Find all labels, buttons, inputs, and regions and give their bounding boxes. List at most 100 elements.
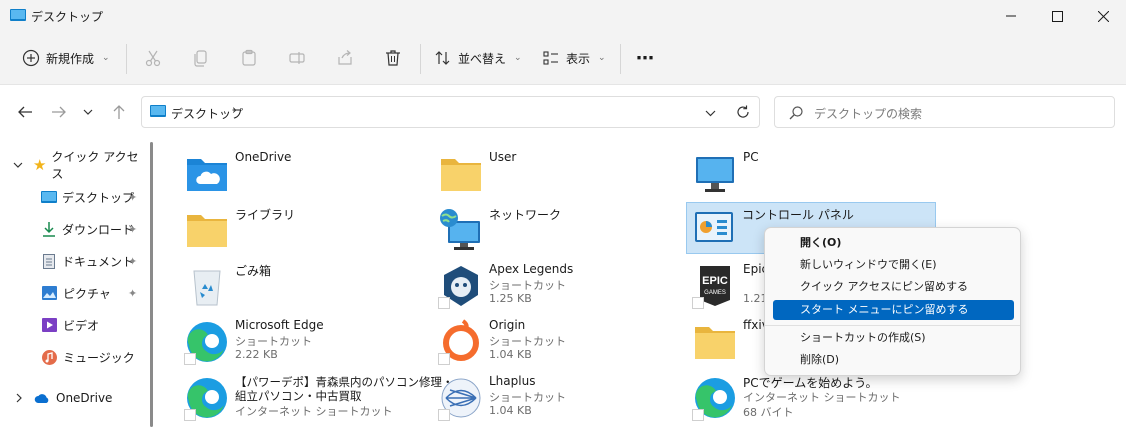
file-item-pc[interactable]: PC [688,147,936,199]
svg-text:GAMES: GAMES [704,290,726,296]
rename-icon [289,52,305,64]
new-button[interactable]: 新規作成 ⌄ [22,44,110,72]
refresh-icon[interactable] [736,105,750,119]
file-type: ショートカット [489,279,566,292]
desktop-folder-icon [150,105,166,117]
nav-item-downloads[interactable]: ダウンロード ✦ [0,217,150,241]
file-type: ショートカット [489,335,566,348]
more-icon: ⋯ [636,47,654,69]
back-button[interactable] [14,101,36,123]
file-item-libraries[interactable]: ライブラリ [180,203,428,255]
file-size: 2.22 KB [235,348,278,361]
file-item-network[interactable]: ネットワーク [434,203,682,255]
folder-icon [441,159,481,191]
file-type: ショートカット [489,391,566,404]
maximize-button[interactable] [1034,0,1080,32]
file-size: 1.25 KB [489,292,532,305]
cloud-icon [34,393,49,403]
file-size: 1.04 KB [489,404,532,417]
address-bar[interactable]: デスクトップ › [141,96,760,128]
forward-button[interactable] [48,101,70,123]
more-options-button[interactable]: ⋯ [636,44,654,72]
paste-button[interactable] [238,47,260,69]
nav-scrollbar[interactable] [150,142,153,427]
recycle-bin-icon [193,270,221,306]
file-name: ネットワーク [489,208,562,222]
file-name: ごみ箱 [235,264,272,278]
command-bar: 新規作成 ⌄ 並べ替え ⌄ 表示 ⌄ ⋯ [0,32,1126,85]
file-item-power-depot[interactable]: 【パワーデポ】青森県内のパソコン修理・ 組立パソコン・中古買取 インターネット … [180,371,454,423]
nav-item-label: ビデオ [63,318,100,333]
plus-circle-icon [22,49,40,67]
video-icon [42,318,57,332]
delete-button[interactable] [382,47,404,69]
menu-item-open[interactable]: 開く(O) [773,233,1014,253]
address-row: デスクトップ › デスクトップの検索 [0,85,1126,137]
file-name: Apex Legends [489,262,574,276]
sort-button[interactable]: 並べ替え ⌄ [434,44,522,72]
nav-item-desktop[interactable]: デスクトップ ✦ [0,185,150,209]
file-item-microsoft-edge[interactable]: Microsoft Edge ショートカット 2.22 KB [180,315,428,367]
up-button[interactable] [108,101,130,123]
nav-item-pictures[interactable]: ピクチャ ✦ [0,281,150,305]
menu-item-create-shortcut[interactable]: ショートカットの作成(S) [773,328,1014,348]
chevron-down-icon[interactable] [13,161,23,169]
shortcut-arrow-icon [184,353,196,365]
nav-item-music[interactable]: ミュージック [0,345,150,369]
menu-separator [765,325,1020,326]
file-item-apex-legends[interactable]: Apex Legends ショートカット 1.25 KB [434,259,682,311]
pin-icon: ✦ [128,254,138,268]
file-item-onedrive[interactable]: OneDrive [180,147,428,199]
computer-icon [696,157,734,192]
menu-item-pin-quick-access[interactable]: クイック アクセスにピン留めする [773,277,1014,297]
chevron-right-icon[interactable] [15,393,23,403]
context-menu: 開く(O) 新しいウィンドウで開く(E) クイック アクセスにピン留めする スタ… [764,227,1021,376]
shortcut-arrow-icon [438,297,450,309]
desktop-folder-icon [10,9,26,21]
file-item-lhaplus[interactable]: Lhaplus ショートカット 1.04 KB [434,371,682,423]
file-name: Lhaplus [489,374,536,388]
navigation-pane: ★ クイック アクセス デスクトップ ✦ ダウンロード ✦ ドキュメント ✦ ピ… [0,137,160,427]
close-icon [1097,10,1109,22]
shortcut-arrow-icon [692,297,704,309]
search-box[interactable]: デスクトップの検索 [774,96,1115,128]
minimize-button[interactable] [988,0,1034,32]
trash-icon [386,50,400,66]
control-panel-icon [695,212,733,242]
close-button[interactable] [1080,0,1126,32]
file-name: User [489,150,517,164]
chevron-down-icon[interactable] [705,109,716,117]
pin-icon: ✦ [128,286,138,300]
file-item-pc-game[interactable]: PCでゲームを始めよう。 インターネット ショートカット 68 バイト [688,371,936,423]
minimize-icon [1006,15,1016,17]
onedrive-folder-icon [187,159,227,191]
nav-quick-access[interactable]: ★ クイック アクセス [0,150,150,181]
nav-onedrive-label: OneDrive [56,391,113,405]
file-item-origin[interactable]: Origin ショートカット 1.04 KB [434,315,682,367]
nav-onedrive[interactable]: OneDrive [0,386,150,410]
menu-item-delete[interactable]: 削除(D) [773,350,1014,370]
recent-locations-button[interactable] [80,101,96,123]
shortcut-arrow-icon [692,409,704,421]
star-icon: ★ [32,156,47,174]
file-name: PC [743,150,759,164]
nav-item-label: デスクトップ [62,190,135,205]
menu-item-pin-start[interactable]: スタート メニューにピン留めする [773,300,1014,320]
file-type: インターネット ショートカット [743,391,901,404]
file-item-recycle-bin[interactable]: ごみ箱 [180,259,428,311]
file-item-user[interactable]: User [434,147,682,199]
copy-button[interactable] [190,47,212,69]
nav-item-videos[interactable]: ビデオ [0,313,150,337]
rename-button[interactable] [286,47,308,69]
nav-item-label: ドキュメント [62,254,135,269]
picture-icon [42,286,57,300]
menu-item-open-new-window[interactable]: 新しいウィンドウで開く(E) [773,255,1014,275]
nav-item-documents[interactable]: ドキュメント ✦ [0,249,150,273]
share-button[interactable] [334,47,356,69]
pin-icon: ✦ [128,222,138,236]
file-name: OneDrive [235,150,292,164]
view-button[interactable]: 表示 ⌄ [542,44,606,72]
breadcrumb-chevron-icon[interactable]: › [232,103,237,118]
file-type: インターネット ショートカット [235,405,393,418]
cut-button[interactable] [142,47,164,69]
